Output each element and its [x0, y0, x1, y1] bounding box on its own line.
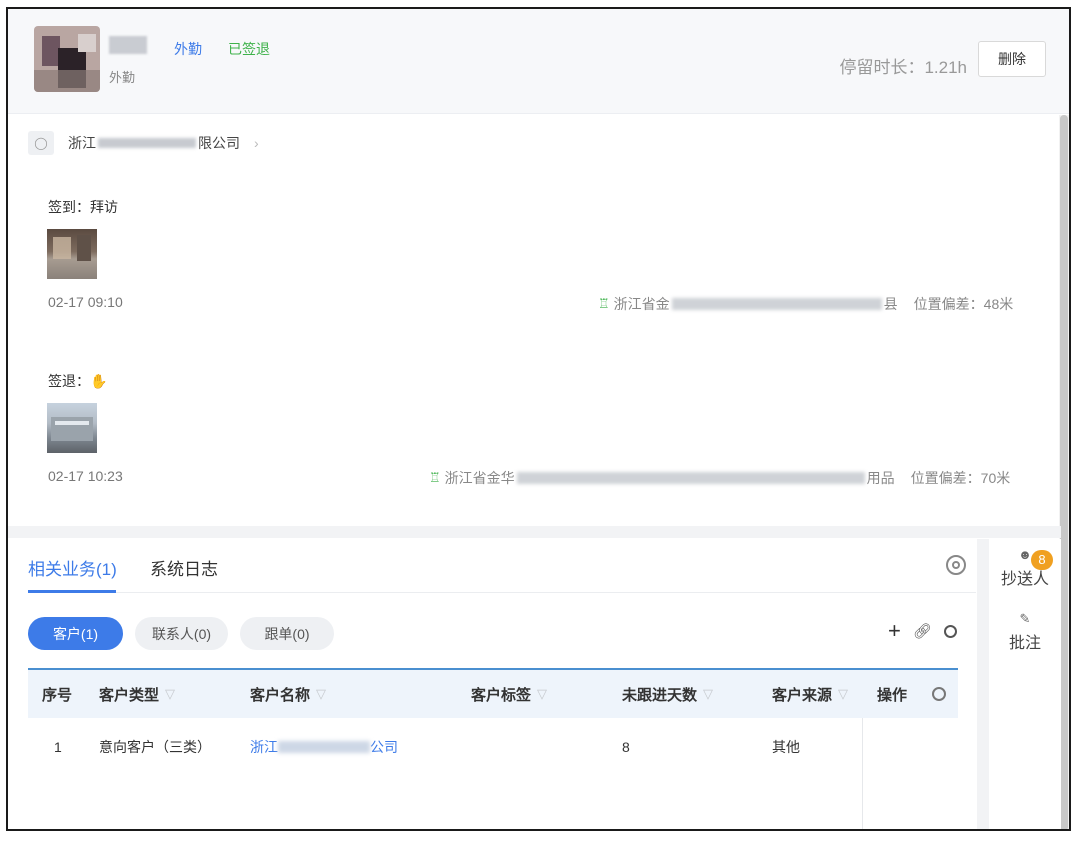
column-header-source[interactable]: 客户来源 ▽ [772, 670, 848, 718]
plus-icon[interactable]: + [888, 620, 901, 642]
column-header-name[interactable]: 客户名称 ▽ [250, 670, 326, 718]
column-header-type[interactable]: 客户类型 ▽ [99, 670, 175, 718]
tab-related-business[interactable]: 相关业务(1) [28, 555, 117, 580]
company-icon: ◯ [28, 131, 54, 155]
side-panel: ☻ 抄送人 8 ✎ 批注 [977, 539, 1061, 829]
checkout-label: 签退：✋ [48, 373, 108, 389]
checkout-location: ♖ 浙江省金华 用品 位置偏差：70米 [429, 470, 1011, 486]
table-toolbar: + 🔗︎ [888, 620, 957, 642]
cell-source: 其他 [772, 739, 800, 755]
delete-button[interactable]: 删除 [978, 41, 1046, 77]
checkout-time: 02-17 10:23 [48, 468, 123, 484]
hand-icon: ✋ [90, 373, 108, 389]
column-header-index: 序号 [42, 686, 73, 704]
section-divider [8, 526, 1061, 538]
table-header: 序号 客户类型 ▽ 客户名称 ▽ 客户标签 ▽ 未跟进天数 ▽ 客户来源 ▽ 操作 [28, 670, 958, 718]
pill-contacts[interactable]: 联系人(0) [135, 617, 228, 650]
chevron-right-icon: › [254, 135, 259, 151]
settings-icon[interactable] [946, 555, 966, 575]
checkin-time: 02-17 09:10 [48, 294, 123, 310]
related-tabs: 相关业务(1) 系统日志 [28, 539, 976, 593]
scrollbar-thumb[interactable] [1060, 115, 1068, 829]
company-name[interactable]: 浙江 限公司 [68, 133, 240, 153]
checkout-photo[interactable] [47, 403, 97, 453]
checkin-detail-window: 外勤 外勤 已签退 停留时长：1.21h 删除 ◯ 浙江 限公司 › 签到：拜访 … [6, 7, 1071, 831]
company-link[interactable]: ◯ 浙江 限公司 › [28, 129, 259, 157]
user-name-blurred [109, 36, 147, 54]
checkin-deviation: 位置偏差：48米 [913, 296, 1014, 312]
checkin-photo[interactable] [47, 229, 97, 279]
filter-icon[interactable]: ▽ [703, 686, 713, 702]
avatar [34, 26, 100, 92]
checkin-label: 签到：拜访 [48, 199, 118, 215]
column-header-tag[interactable]: 客户标签 ▽ [471, 670, 547, 718]
filter-icon[interactable]: ▽ [316, 686, 326, 702]
active-tab-indicator [28, 590, 116, 593]
location-pin-icon: ♖ [598, 296, 610, 311]
column-header-actions: 操作 [877, 670, 908, 718]
cell-index: 1 [54, 739, 62, 755]
detail-header: 外勤 外勤 已签退 停留时长：1.21h 删除 [8, 9, 1069, 114]
cell-type: 意向客户（三类） [99, 739, 211, 755]
filter-icon[interactable]: ▽ [165, 686, 175, 702]
link-icon[interactable]: 🔗︎ [913, 622, 932, 640]
cell-customer-name[interactable]: 浙江 公司 [250, 718, 398, 776]
tab-system-log[interactable]: 系统日志 [150, 555, 218, 580]
pill-followups[interactable]: 跟单(0) [240, 617, 334, 650]
cc-button[interactable]: ☻ 抄送人 8 [989, 547, 1061, 589]
checkin-location: ♖ 浙江省金 县 位置偏差：48米 [598, 296, 1014, 312]
pill-customers[interactable]: 客户(1) [28, 617, 123, 650]
stay-duration: 停留时长：1.21h [839, 58, 967, 77]
status-tag: 已签退 [228, 41, 270, 57]
type-tag: 外勤 [174, 41, 202, 57]
comment-icon: ✎ [1019, 611, 1031, 626]
location-pin-icon: ♖ [429, 470, 441, 485]
filter-icon[interactable]: ▽ [838, 686, 848, 702]
user-subtitle: 外勤 [109, 70, 136, 85]
column-header-days[interactable]: 未跟进天数 ▽ [622, 670, 713, 718]
cc-count-badge: 8 [1031, 550, 1053, 570]
comment-button[interactable]: ✎ 批注 [989, 611, 1061, 653]
checkout-deviation: 位置偏差：70米 [910, 470, 1011, 486]
settings-icon[interactable] [932, 687, 946, 701]
settings-icon[interactable] [943, 624, 957, 638]
table-body: 1 意向客户（三类） 浙江 公司 8 其他 [28, 718, 958, 828]
customer-table: 序号 客户类型 ▽ 客户名称 ▽ 客户标签 ▽ 未跟进天数 ▽ 客户来源 ▽ 操作 1 意… [28, 668, 958, 829]
actions-column [862, 718, 958, 829]
cell-days: 8 [622, 739, 630, 755]
filter-icon[interactable]: ▽ [537, 686, 547, 702]
